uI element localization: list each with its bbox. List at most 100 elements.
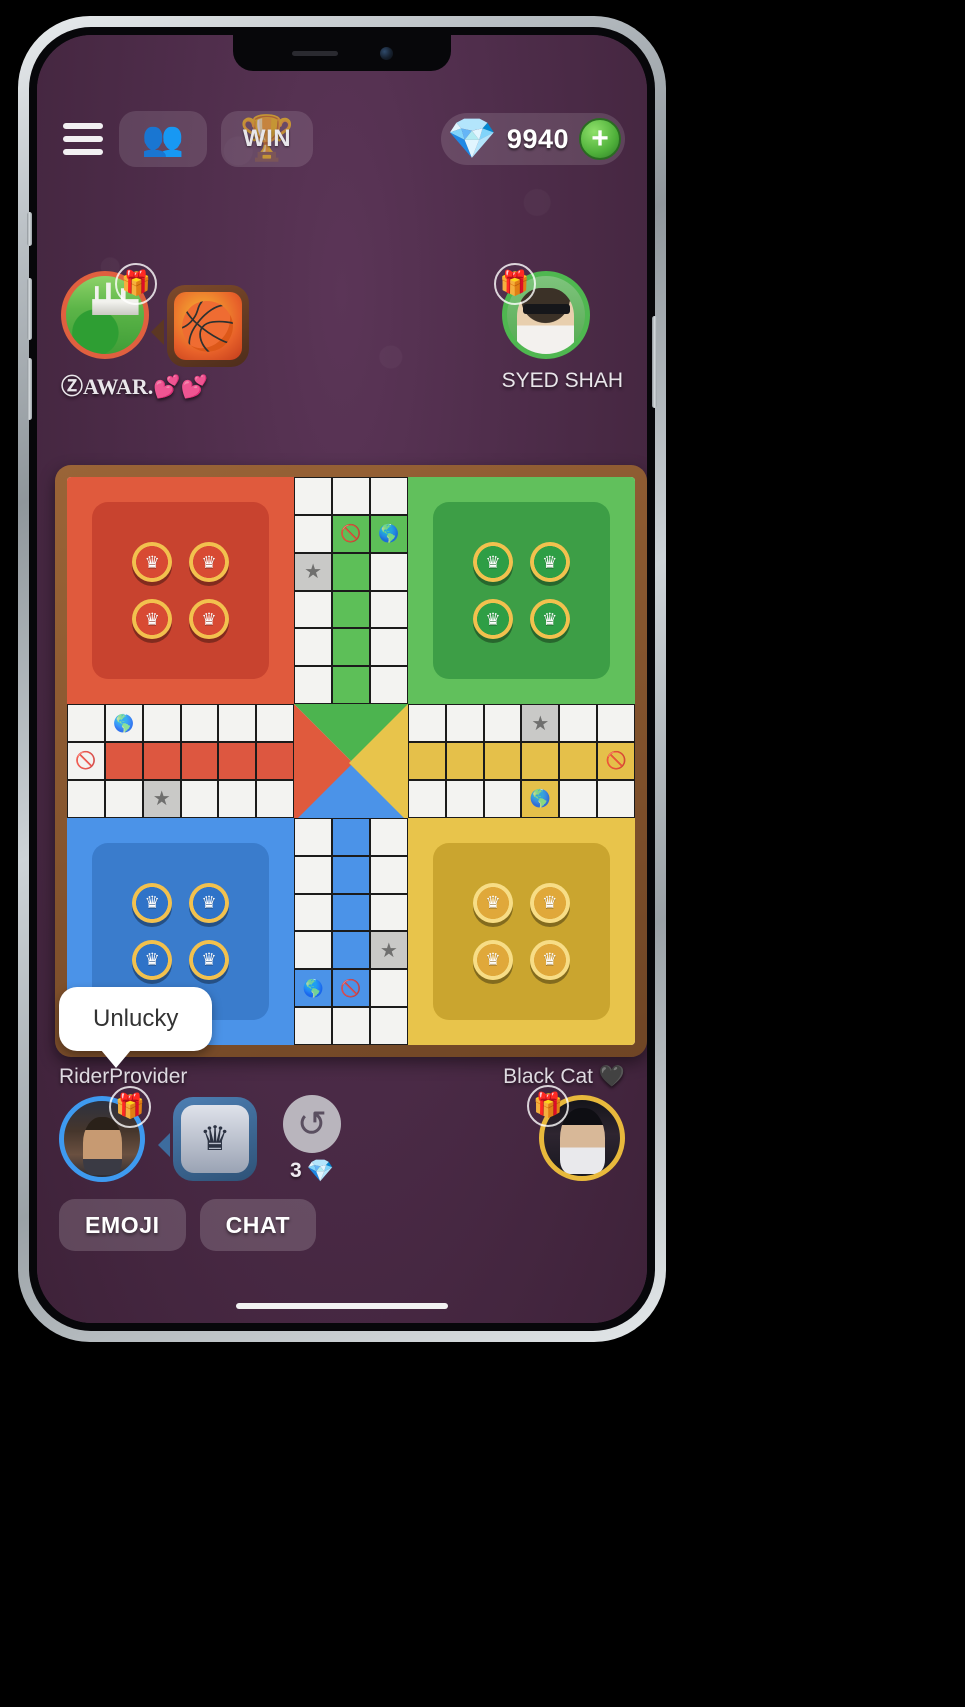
token-yellow-2[interactable]: ♛	[529, 882, 570, 923]
home-base-green[interactable]: ♛ ♛ ♛ ♛	[407, 477, 635, 705]
board-cell[interactable]	[369, 552, 408, 591]
board-cell[interactable]	[294, 514, 333, 553]
board-cell[interactable]	[407, 742, 446, 780]
token-green-3[interactable]: ♛	[472, 599, 513, 639]
board-cell[interactable]	[445, 779, 484, 818]
board-cell[interactable]	[256, 704, 295, 743]
avatar-syed-shah[interactable]: 🎁	[493, 263, 590, 359]
board-cell[interactable]: 🚫	[332, 514, 370, 553]
board-cell[interactable]	[294, 552, 333, 591]
board-cell[interactable]	[294, 666, 333, 705]
board-cell[interactable]	[142, 704, 181, 743]
board-cell[interactable]	[294, 477, 333, 515]
gift-icon[interactable]: 🎁	[527, 1085, 569, 1127]
board-cell[interactable]	[369, 817, 408, 856]
board-cell[interactable]	[559, 779, 598, 818]
emoji-button[interactable]: EMOJI	[59, 1199, 186, 1251]
board-cell[interactable]: 🌎	[294, 969, 333, 1008]
board-cell[interactable]: 🚫	[597, 742, 635, 780]
board-cell[interactable]	[256, 779, 295, 818]
token-yellow-1[interactable]: ♛	[472, 882, 513, 923]
board-cell[interactable]	[180, 704, 219, 743]
board-cell[interactable]	[445, 742, 484, 780]
board-cell[interactable]	[142, 779, 181, 818]
board-cell[interactable]	[483, 704, 522, 743]
refresh-icon[interactable]: ↺	[283, 1095, 341, 1153]
board-cell[interactable]	[597, 704, 635, 743]
board-cell[interactable]	[332, 666, 370, 705]
board-cell[interactable]	[218, 704, 257, 743]
board-cell[interactable]	[369, 666, 408, 705]
board-cell[interactable]	[332, 855, 370, 894]
board-cell[interactable]	[332, 893, 370, 932]
ludo-board[interactable]: ♛ ♛ ♛ ♛ ♛ ♛ ♛ ♛ ♛ ♛ ♛ ♛ ♛ ♛ ♛ ♛ 🚫 🌎 ★ 🌎 …	[55, 465, 647, 1057]
board-cell[interactable]: 🌎	[521, 779, 560, 818]
board-cell[interactable]	[180, 779, 219, 818]
board-cell[interactable]	[369, 477, 408, 515]
board-cell[interactable]	[67, 779, 105, 818]
token-blue-2[interactable]: ♛	[189, 882, 229, 923]
board-cell[interactable]	[369, 855, 408, 894]
board-cell[interactable]	[332, 931, 370, 970]
hamburger-menu-icon[interactable]	[59, 116, 105, 162]
friends-button[interactable]: 👥	[119, 111, 207, 167]
phone-volume-down-button[interactable]	[27, 358, 32, 420]
avatar-zawar[interactable]: 🎁	[61, 263, 157, 359]
board-cell[interactable]	[104, 779, 143, 818]
board-cell[interactable]	[332, 477, 370, 515]
board-cell[interactable]	[369, 893, 408, 932]
board-cell[interactable]	[332, 552, 370, 591]
phone-volume-up-button[interactable]	[27, 278, 32, 340]
board-cell[interactable]	[597, 779, 635, 818]
board-cell[interactable]: 🌎	[369, 514, 408, 553]
token-red-1[interactable]: ♛	[132, 542, 173, 583]
board-cell[interactable]	[218, 742, 257, 780]
board-cell[interactable]	[294, 893, 333, 932]
board-cell[interactable]	[142, 742, 181, 780]
board-cell[interactable]: 🚫	[67, 742, 105, 780]
board-cell[interactable]	[521, 704, 560, 743]
gift-icon[interactable]: 🎁	[109, 1086, 151, 1128]
board-cell[interactable]	[332, 590, 370, 629]
board-cell[interactable]	[180, 742, 219, 780]
token-blue-1[interactable]: ♛	[132, 882, 173, 923]
board-cell[interactable]	[369, 1007, 408, 1045]
board-cell[interactable]	[369, 969, 408, 1008]
phone-mute-switch[interactable]	[27, 212, 32, 246]
token-red-2[interactable]: ♛	[189, 542, 229, 583]
home-base-yellow[interactable]: ♛ ♛ ♛ ♛	[407, 817, 635, 1045]
gift-icon[interactable]: 🎁	[493, 263, 536, 305]
board-cell[interactable]	[407, 779, 446, 818]
board-cell[interactable]	[218, 779, 257, 818]
token-green-1[interactable]: ♛	[472, 542, 513, 583]
token-blue-3[interactable]: ♛	[132, 939, 173, 980]
board-cell[interactable]	[294, 931, 333, 970]
token-red-3[interactable]: ♛	[132, 599, 173, 639]
avatar-black-cat[interactable]: 🎁	[527, 1085, 625, 1181]
token-blue-4[interactable]: ♛	[189, 939, 229, 980]
board-cell[interactable]	[294, 855, 333, 894]
board-cell[interactable]	[483, 779, 522, 818]
token-red-4[interactable]: ♛	[189, 599, 229, 639]
board-cell[interactable]	[369, 931, 408, 970]
phone-power-button[interactable]	[652, 316, 657, 408]
board-cell[interactable]	[294, 628, 333, 667]
home-base-red[interactable]: ♛ ♛ ♛ ♛	[67, 477, 295, 705]
avatar-riderprovider[interactable]: 🎁	[59, 1086, 151, 1182]
board-cell[interactable]	[483, 742, 522, 780]
board-cell[interactable]	[294, 590, 333, 629]
add-coins-button[interactable]: +	[579, 118, 621, 160]
board-cell[interactable]	[67, 704, 105, 743]
board-cell[interactable]	[445, 704, 484, 743]
gift-icon[interactable]: 🎁	[115, 263, 157, 305]
currency-display[interactable]: 💎 9940 +	[441, 113, 625, 165]
token-yellow-3[interactable]: ♛	[472, 939, 513, 980]
board-cell[interactable]	[294, 817, 333, 856]
board-cell[interactable]	[294, 1007, 333, 1045]
board-cell[interactable]: 🌎	[104, 704, 143, 743]
board-cell[interactable]	[256, 742, 295, 780]
board-cell[interactable]	[407, 704, 446, 743]
board-cell[interactable]	[332, 628, 370, 667]
board-cell[interactable]	[332, 1007, 370, 1045]
win-button[interactable]: 🏆 WIN	[221, 111, 313, 167]
